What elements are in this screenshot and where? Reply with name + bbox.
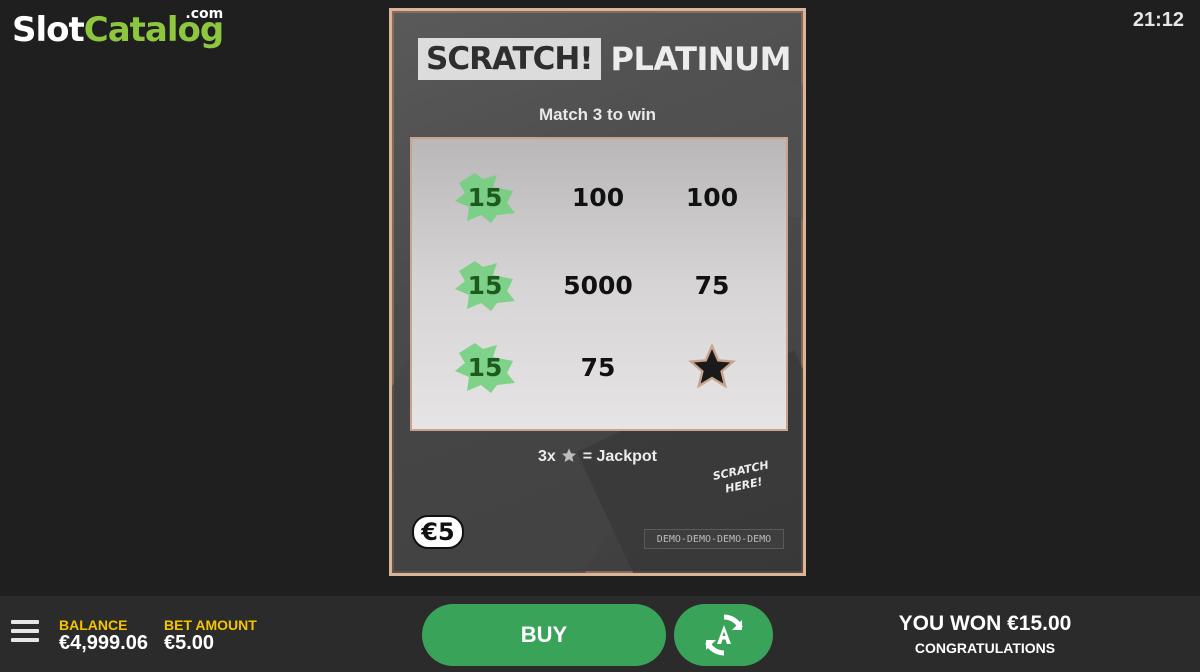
title-scratch: SCRATCH! (418, 38, 601, 80)
buy-button[interactable]: BUY (422, 604, 666, 666)
cell-value: 5000 (563, 270, 633, 300)
scratch-cell: 15 (430, 255, 540, 315)
balance-value: €4,999.06 (59, 632, 148, 654)
ticket-subtitle: Match 3 to win (538, 105, 657, 124)
bet-value: €5.00 (164, 632, 215, 654)
title-platinum: PLATINUM (610, 40, 792, 78)
scratch-cell: 75 (543, 337, 653, 397)
scratch-cell: 5000 (543, 255, 653, 315)
cell-value: 15 (467, 182, 503, 212)
cell-value: 15 (467, 270, 503, 300)
clock: 21:12 (1132, 9, 1184, 31)
menu-icon[interactable] (11, 620, 39, 644)
congratulations-text: CONGRATULATIONS (914, 640, 1056, 656)
cell-value: 100 (571, 182, 625, 212)
star-icon (688, 343, 736, 389)
win-display: YOU WON €15.00 CONGRATULATIONS (870, 612, 1100, 656)
cell-value: 75 (580, 352, 616, 382)
autoplay-button[interactable] (674, 604, 773, 666)
scratch-cell: 75 (657, 255, 767, 315)
scratch-cell: 100 (657, 167, 767, 227)
jackpot-prefix: 3x (538, 448, 556, 465)
win-amount: YOU WON €15.00 (898, 612, 1072, 635)
balance-label: BALANCE (59, 617, 128, 633)
bet-label: BET AMOUNT (164, 617, 257, 633)
jackpot-suffix: = Jackpot (582, 448, 657, 465)
star-icon (562, 448, 577, 463)
cell-value: 75 (694, 270, 730, 300)
scratch-cell: 15 (430, 167, 540, 227)
scratch-cell: 100 (543, 167, 653, 227)
price-badge: €5 (412, 515, 464, 549)
logo-slot-text: Slot (12, 10, 85, 50)
cell-value: 100 (685, 182, 739, 212)
cell-value: 15 (467, 352, 503, 382)
bottom-bar: BALANCE €4,999.06 BET AMOUNT €5.00 BUY Y… (0, 596, 1200, 672)
scratch-cell (657, 337, 767, 397)
scratch-area[interactable]: 15 100 100 15 5000 75 15 75 (410, 137, 788, 431)
scratch-cell: 15 (430, 337, 540, 397)
balance: BALANCE €4,999.06 (59, 618, 148, 654)
demo-tag: DEMO-DEMO-DEMO-DEMO (644, 529, 784, 549)
ticket-title: SCRATCH! PLATINUM (418, 38, 791, 80)
scratch-ticket: SCRATCH! PLATINUM Match 3 to win 15 100 10… (389, 8, 806, 576)
logo-com-text: .com (185, 6, 224, 22)
autoplay-icon (704, 614, 743, 656)
bet-amount[interactable]: BET AMOUNT €5.00 (164, 618, 257, 654)
slotcatalog-logo: SlotCatalog .com (12, 6, 224, 50)
